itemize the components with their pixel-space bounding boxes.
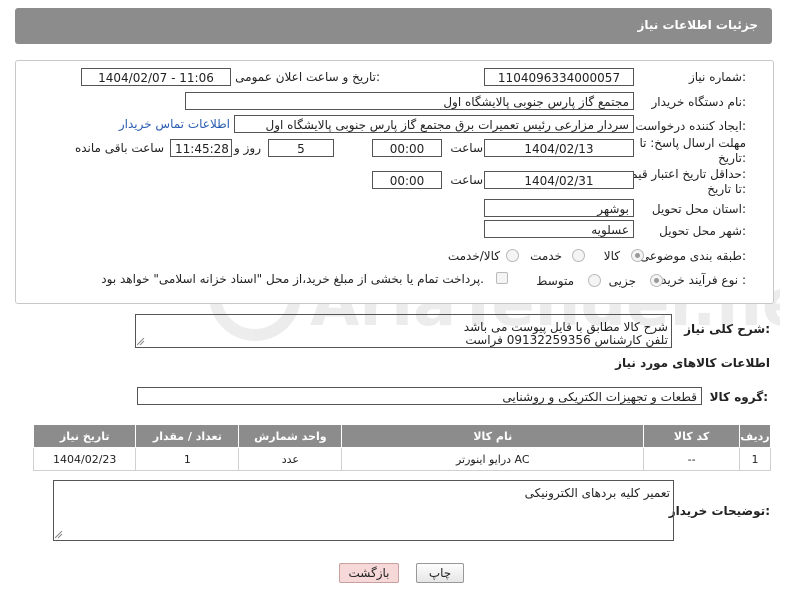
back-button[interactable]: بازگشت	[339, 563, 399, 583]
category-goods-label: کالا	[603, 249, 620, 263]
description-line-1: شرح کالا مطابق با فایل پیوست می باشد	[463, 320, 668, 334]
page-header: جزئیات اطلاعات نیاز	[15, 8, 772, 44]
buyer-notes-textarea[interactable]: تعمیر کلیه بردهای الکترونیکی	[53, 480, 674, 541]
buyer-notes-label: توضیحات خریدار:	[668, 504, 770, 518]
process-partial-radio[interactable]	[650, 274, 663, 287]
description-textarea[interactable]: شرح کالا مطابق با فایل پیوست می باشد تلف…	[135, 314, 672, 348]
days-label: روز و	[234, 141, 261, 155]
category-service-radio[interactable]	[572, 249, 585, 262]
reply-deadline-time-field[interactable]: 00:00	[372, 139, 442, 157]
city-label: شهر محل تحویل:	[659, 224, 746, 238]
description-line-2: تلفن کارشناس 09132259356 فراست	[465, 333, 668, 347]
process-type-label: نوع فرآیند خرید :	[661, 273, 746, 287]
category-goods-service-radio[interactable]	[506, 249, 519, 262]
resize-handle-icon[interactable]	[137, 338, 145, 346]
price-validity-date-field[interactable]: 1404/02/31	[484, 171, 634, 189]
cell-need-date: 1404/02/23	[32, 447, 137, 471]
time-remaining-field[interactable]: 11:45:28	[170, 139, 232, 157]
col-item-code: کد کالا	[643, 424, 740, 448]
col-unit: واحد شمارش	[238, 424, 343, 448]
col-row: ردیف	[738, 424, 772, 448]
days-remaining-field[interactable]: 5	[268, 139, 334, 157]
goods-table-header: تاریخ نیاز تعداد / مقدار واحد شمارش واحد…	[32, 424, 772, 448]
reply-deadline-date-field[interactable]: 1404/02/13	[484, 139, 634, 157]
treasury-note: پرداخت تمام یا بخشی از مبلغ خرید،از محل …	[101, 272, 484, 286]
cell-unit: عدد	[238, 447, 343, 471]
goods-table: تاریخ نیاز تعداد / مقدار واحد شمارش واحد…	[32, 424, 772, 471]
cell-item-code: --	[643, 447, 740, 471]
goods-info-title: اطلاعات کالاهای مورد نیاز	[615, 356, 770, 370]
reply-deadline-label: مهلت ارسال پاسخ: تا	[639, 136, 746, 150]
description-label: شرح کلی نیاز:	[684, 322, 770, 336]
need-number-field[interactable]: 1104096334000057	[484, 68, 634, 86]
cell-item-name: درایو اینورتر AC	[341, 447, 645, 471]
process-medium-radio[interactable]	[588, 274, 601, 287]
requester-field[interactable]: سردار مزارعی رئیس تعمیرات برق مجتمع گاز …	[234, 115, 634, 133]
resize-handle-icon[interactable]	[55, 531, 63, 539]
cell-row-number: 1	[738, 447, 772, 471]
goods-group-field[interactable]: قطعات و تجهیزات الکتریکی و روشنایی	[137, 387, 702, 405]
treasury-checkbox[interactable]	[496, 272, 508, 284]
table-row[interactable]: 1404/02/23 1 عدد درایو اینورتر AC -- 1	[32, 447, 772, 471]
announce-datetime-label: تاریخ و ساعت اعلان عمومی:	[235, 70, 380, 84]
process-partial-label: جزیی	[608, 274, 636, 288]
city-field[interactable]: عسلویه	[484, 220, 634, 238]
col-need-date: تاریخ نیاز	[32, 424, 137, 448]
buyer-org-label: نام دستگاه خریدار:	[651, 95, 747, 109]
category-label: طبقه بندی موضوعی:	[639, 249, 746, 263]
goods-group-label: گروه کالا:	[709, 390, 768, 404]
reply-deadline-label-2: تاریخ:	[718, 151, 746, 165]
col-item-name: نام کالا	[341, 424, 645, 448]
buyer-org-field[interactable]: مجتمع گاز پارس جنوبی پالایشگاه اول	[185, 92, 634, 110]
time-remaining-label: ساعت باقی مانده	[74, 141, 164, 155]
category-goods-service-label: کالا/خدمت	[447, 249, 500, 263]
col-quantity: تعداد / مقدار	[135, 424, 240, 448]
category-goods-radio[interactable]	[631, 249, 644, 262]
price-validity-label-2: تا تاریخ:	[707, 182, 746, 196]
province-label: استان محل تحویل:	[651, 202, 746, 216]
page-title: جزئیات اطلاعات نیاز	[637, 18, 758, 32]
process-medium-label: متوسط	[536, 274, 574, 288]
print-button[interactable]: چاپ	[416, 563, 464, 583]
need-number-label: شماره نیاز:	[688, 70, 746, 84]
province-field[interactable]: بوشهر	[484, 199, 634, 217]
price-validity-time-field[interactable]: 00:00	[372, 171, 442, 189]
buyer-contact-link[interactable]: اطلاعات تماس خریدار	[119, 117, 230, 131]
price-validity-time-label: ساعت	[450, 173, 483, 187]
buyer-notes-text: تعمیر کلیه بردهای الکترونیکی	[524, 486, 670, 500]
requester-label: ایجاد کننده درخواست:	[635, 119, 746, 133]
category-service-label: خدمت	[530, 249, 562, 263]
price-validity-label: حداقل تاریخ اعتبار قیمت:	[619, 167, 746, 181]
announce-datetime-field[interactable]: 1404/02/07 - 11:06	[81, 68, 231, 86]
cell-quantity: 1	[135, 447, 240, 471]
reply-deadline-time-label: ساعت	[450, 141, 483, 155]
